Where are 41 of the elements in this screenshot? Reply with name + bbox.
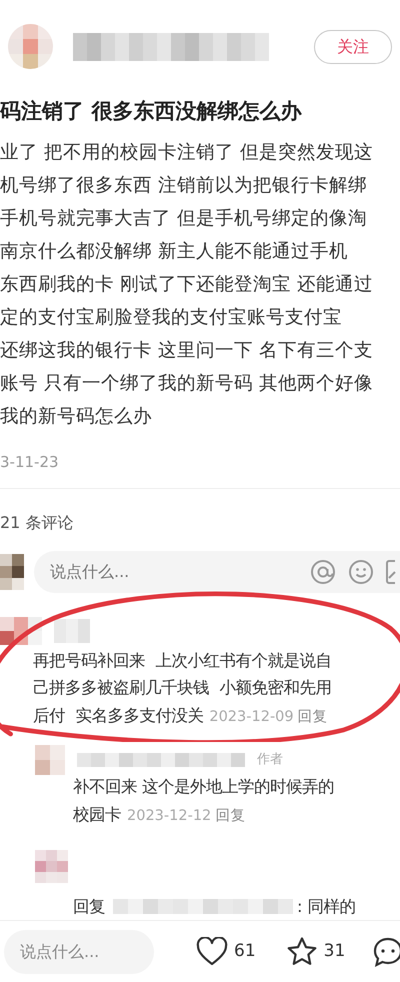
comment-input[interactable]: 说点什么... <box>34 550 400 592</box>
reply-text: : 同样的 <box>297 896 356 918</box>
favorite-count: 31 <box>324 940 346 963</box>
comment-text-line: 补不回来 这个是外地上学的时候弄的 <box>73 776 336 798</box>
avatar <box>35 745 65 775</box>
avatar <box>8 24 53 69</box>
comment-text-line: 后付 实名多多支付没关 <box>33 704 204 726</box>
avatar <box>0 554 24 590</box>
body-text-line: 业了 把不用的校园卡注销了 但是突然发现这 <box>0 141 374 165</box>
author-tag: 作者 <box>257 750 283 770</box>
comment-text-line: 再把号码补回来 上次小红书有个就是说自 <box>33 650 332 672</box>
comment-input[interactable]: 说点什么... <box>4 930 154 974</box>
body-text-line: 机号绑了很多东西 注销前以为把银行卡解绑 <box>0 174 368 198</box>
follow-button[interactable]: 关注 <box>314 30 392 64</box>
body-text-line: 定的支付宝刷脸登我的支付宝账号支付宝 <box>0 306 343 330</box>
emoji-icon[interactable] <box>348 558 374 584</box>
blurred-username <box>54 618 90 642</box>
comment-date: 2023-12-12 <box>127 806 212 826</box>
star-icon[interactable] <box>286 936 318 968</box>
avatar <box>35 850 68 883</box>
reply-link[interactable]: 回复 <box>215 802 246 830</box>
post-date: 3-11-23 <box>0 452 60 473</box>
body-text-line: 南京什么都没解绑 新主人能不能通过手机 <box>0 240 349 264</box>
comment-count: 21 条评论 <box>0 512 74 534</box>
comment-text-line: 己拼多多被盗刷几千块钱 小额免密和先用 <box>33 677 332 699</box>
post-title: 码注销了 很多东西没解绑怎么办 <box>0 98 303 125</box>
mention-icon[interactable] <box>310 558 336 584</box>
body-text-line: 我的新号码怎么办 <box>0 405 153 429</box>
body-text-line: 东西刷我的卡 刚试了下还能登淘宝 还能通过 <box>0 273 374 297</box>
avatar <box>0 616 42 644</box>
reply-prefix: 回复 <box>73 896 105 918</box>
comment-text-line: 校园卡 <box>73 804 121 826</box>
body-text-line: 账号 只有一个绑了我的新号码 其他两个好像 <box>0 372 374 396</box>
comment-date: 2023-12-09 <box>209 708 294 726</box>
like-count: 61 <box>234 940 256 963</box>
image-icon[interactable] <box>386 558 396 584</box>
reply-link[interactable]: 回复 <box>298 704 328 731</box>
body-text-line: 还绑这我的银行卡 这里问一下 名下有三个支 <box>0 339 374 363</box>
heart-icon[interactable] <box>196 936 228 966</box>
comment-icon[interactable] <box>372 936 400 968</box>
body-text-line: 手机号就完事大吉了 但是手机号绑定的像淘 <box>0 207 368 231</box>
